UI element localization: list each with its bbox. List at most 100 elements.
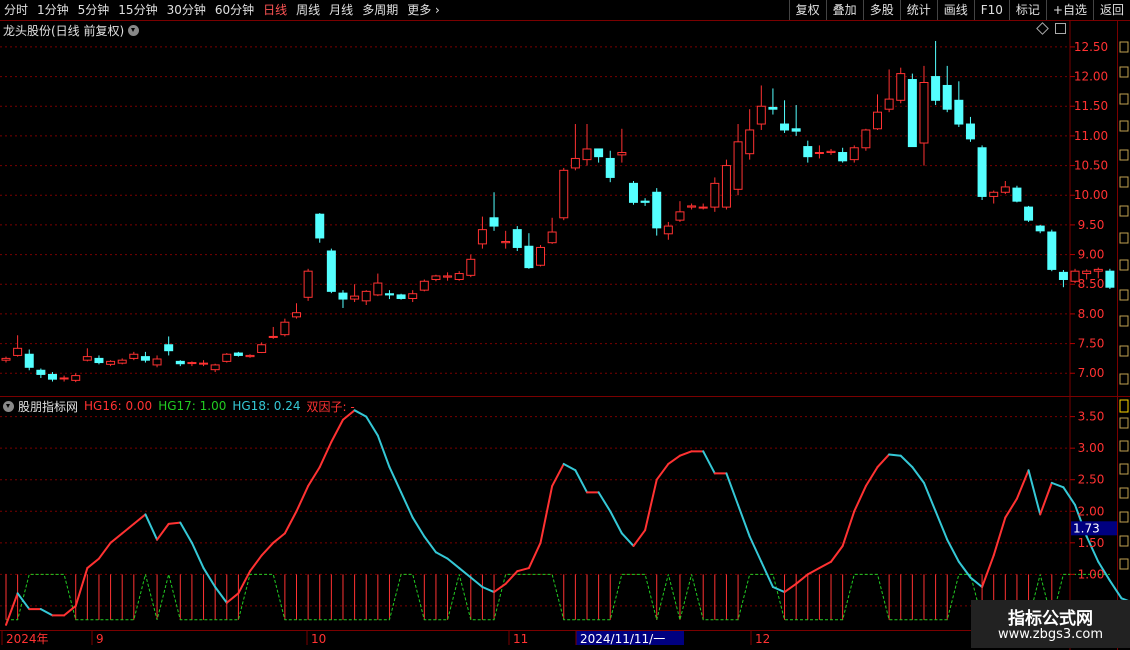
candle [803, 140, 813, 163]
toolbar-button-8[interactable]: 返回 [1092, 0, 1130, 20]
hg18-segment [295, 485, 310, 513]
candle [687, 203, 697, 210]
candle [989, 190, 999, 204]
candle-body [175, 360, 185, 365]
candle-body [489, 217, 499, 227]
hg18-segment [249, 554, 263, 573]
hg18-segment [934, 510, 949, 541]
candle [547, 217, 557, 244]
candle [954, 81, 964, 127]
candle-body [59, 377, 69, 380]
toolbar-button-2[interactable]: 多股 [862, 0, 900, 20]
candle [129, 351, 139, 361]
hg18-segment [818, 560, 833, 570]
hg18-segment [888, 453, 902, 457]
candle-body [187, 362, 197, 365]
candle-body [292, 312, 301, 318]
candle-body [942, 84, 952, 110]
toolbar-button-4[interactable]: 画线 [936, 0, 974, 20]
hg18-segment [214, 585, 228, 604]
candle-body [768, 106, 778, 110]
candle [466, 254, 476, 278]
candle [1047, 229, 1057, 272]
price-tick-label: 9.50 [1078, 218, 1105, 232]
indicator-name: 股朋指标网 [18, 399, 79, 414]
side-label-glyph [1119, 176, 1129, 188]
hg18-segment [423, 535, 437, 554]
candle-body [745, 129, 755, 155]
side-label-glyph [1119, 232, 1129, 244]
candle [222, 353, 232, 363]
candle [942, 65, 952, 113]
hg18-segment [225, 592, 240, 604]
candle-body [803, 146, 813, 158]
toolbar-button-5[interactable]: F10 [973, 0, 1009, 20]
period-tab-8[interactable]: 月线 [329, 0, 353, 20]
toolbar-button-0[interactable]: 复权 [788, 0, 826, 20]
candle-body [210, 364, 220, 371]
candle [745, 109, 755, 160]
toolbar-button-7[interactable]: +自选 [1045, 0, 1093, 20]
chevron-down-icon[interactable] [3, 400, 14, 412]
period-tab-6[interactable]: 日线 [263, 0, 287, 20]
toolbar-button-1[interactable]: 叠加 [825, 0, 863, 20]
candle [477, 216, 487, 249]
hg16-value: HG16: 0.00 [84, 399, 153, 413]
toolbar-button-6[interactable]: 标记 [1008, 0, 1046, 20]
price-tick-label: 12.50 [1074, 40, 1108, 54]
candle [210, 363, 220, 373]
hg18-segment [992, 516, 1007, 557]
hg18-segment [1039, 481, 1053, 516]
hg18-segment [272, 532, 286, 544]
period-tab-5[interactable]: 60分钟 [215, 0, 254, 20]
hg18-segment [1108, 579, 1123, 600]
hg18-segment [981, 554, 995, 588]
candle-body [280, 321, 290, 336]
period-tab-3[interactable]: 15分钟 [118, 0, 157, 20]
candle-body [1082, 270, 1092, 275]
candle-body [82, 356, 92, 361]
candle-body [524, 245, 534, 269]
maximize-icon[interactable] [1055, 23, 1066, 34]
candle [315, 213, 325, 243]
hg18-segment [1015, 469, 1030, 500]
candle [907, 73, 917, 148]
candle [838, 147, 848, 163]
toolbar-buttons: 复权 叠加 多股 统计 画线 F10 标记 +自选 返回 [788, 0, 1130, 20]
watermark-url: www.zbgs3.com [997, 627, 1104, 642]
price-tick-label: 10.00 [1074, 188, 1108, 202]
candle [512, 226, 522, 252]
hg18-segment [97, 541, 112, 560]
candle [1024, 205, 1034, 222]
hg18-segment [283, 510, 298, 535]
toolbar-button-3[interactable]: 统计 [899, 0, 937, 20]
side-label-glyph [1119, 289, 1129, 301]
candle [559, 167, 569, 221]
period-tab-1[interactable]: 1分钟 [37, 0, 69, 20]
period-tab-0[interactable]: 分时 [4, 0, 28, 20]
hg18-segment [376, 434, 391, 469]
period-tab-10[interactable]: 更多 › [407, 0, 440, 20]
hg18-segment [620, 532, 635, 547]
hg18-segment [1062, 486, 1077, 506]
candle [443, 272, 453, 281]
watermark-title: 指标公式网 [1008, 609, 1093, 629]
candle-body [1105, 270, 1115, 288]
candle-body [384, 293, 394, 296]
candle-body [861, 129, 871, 149]
candle [733, 124, 743, 196]
candle [768, 88, 778, 115]
candle-body [152, 358, 162, 366]
hg18-segment [144, 513, 159, 541]
period-tab-9[interactable]: 多周期 [362, 0, 398, 20]
candle [280, 318, 290, 337]
candle-body [24, 353, 34, 368]
period-tab-2[interactable]: 5分钟 [78, 0, 110, 20]
side-label-glyph [1119, 66, 1129, 78]
candle-body [373, 282, 383, 296]
period-tab-7[interactable]: 周线 [296, 0, 320, 20]
period-tab-4[interactable]: 30分钟 [167, 0, 206, 20]
chevron-down-icon[interactable] [128, 24, 140, 36]
candle-body [315, 213, 325, 239]
candle-body [652, 191, 662, 229]
